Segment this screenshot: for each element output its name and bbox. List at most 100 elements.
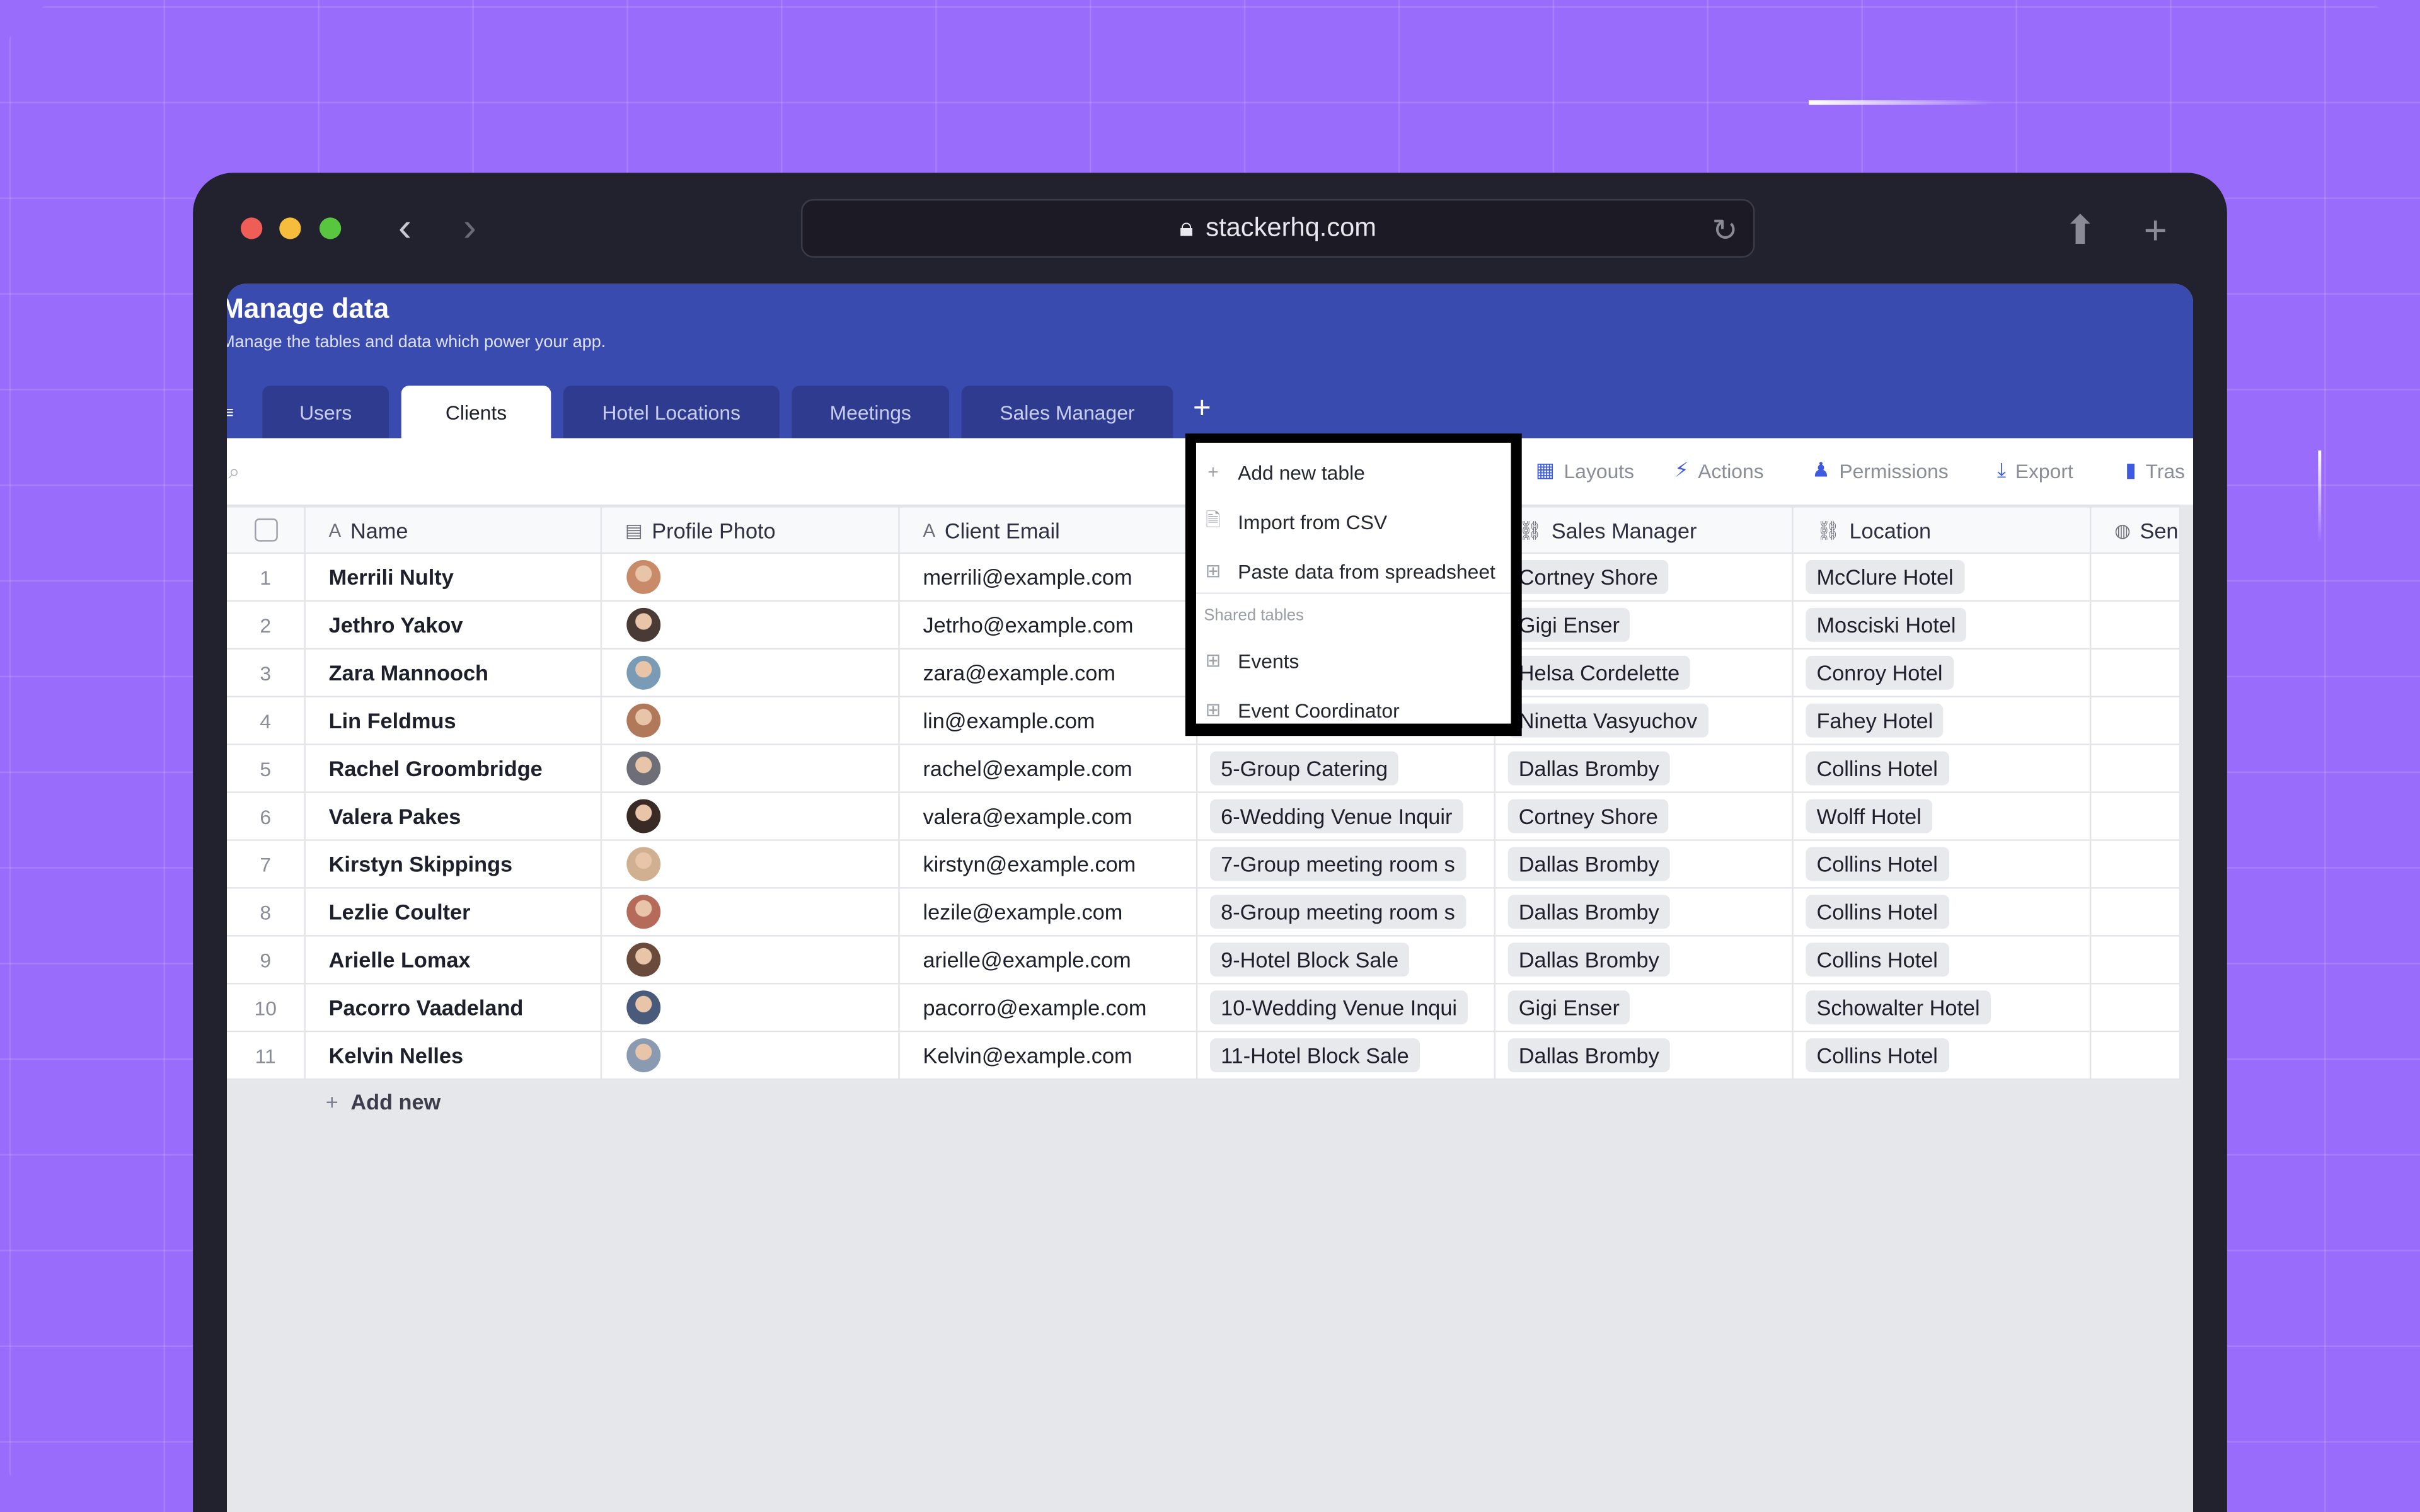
- sales-manager-cell[interactable]: Dallas Bromby: [1495, 888, 1794, 936]
- photo-cell[interactable]: [602, 745, 900, 792]
- tab-hotel-locations[interactable]: Hotel Locations: [563, 386, 780, 438]
- sales-manager-cell[interactable]: Gigi Enser: [1495, 984, 1794, 1031]
- maximize-window-button[interactable]: [319, 217, 342, 239]
- minimize-window-button[interactable]: [279, 217, 301, 239]
- location-cell[interactable]: McClure Hotel: [1794, 554, 2092, 600]
- location-cell[interactable]: Wolff Hotel: [1794, 793, 2092, 840]
- extra-cell[interactable]: [2091, 554, 2181, 600]
- row-number[interactable]: 2: [227, 602, 306, 648]
- meeting-cell[interactable]: 5-Group Catering: [1197, 745, 1496, 792]
- trash-button[interactable]: ▮ Tras: [2125, 458, 2185, 483]
- column-header[interactable]: A Name: [306, 507, 602, 553]
- sales-manager-cell[interactable]: Dallas Bromby: [1495, 745, 1794, 792]
- menu-item-events[interactable]: ⊞ Events: [1196, 637, 1511, 683]
- name-cell[interactable]: Merrili Nulty: [306, 554, 602, 600]
- email-cell[interactable]: Kelvin@example.com: [900, 1032, 1198, 1079]
- row-number[interactable]: 9: [227, 936, 306, 983]
- column-header[interactable]: ▤ Profile Photo: [602, 507, 900, 553]
- select-all-cell[interactable]: [227, 507, 306, 553]
- meeting-cell[interactable]: 7-Group meeting room s: [1197, 840, 1496, 888]
- tab-users[interactable]: Users: [262, 386, 389, 438]
- row-number[interactable]: 5: [227, 745, 306, 792]
- photo-cell[interactable]: [602, 554, 900, 600]
- sales-manager-cell[interactable]: Dallas Bromby: [1495, 936, 1794, 983]
- close-window-button[interactable]: [241, 217, 263, 239]
- export-button[interactable]: ⤓ Export: [1997, 458, 2073, 483]
- extra-cell[interactable]: [2091, 793, 2181, 840]
- table-row[interactable]: 11 Kelvin Nelles Kelvin@example.com 11-Hote…: [227, 1032, 2181, 1080]
- name-cell[interactable]: Arielle Lomax: [306, 936, 602, 983]
- email-cell[interactable]: pacorro@example.com: [900, 984, 1198, 1031]
- name-cell[interactable]: Lezlie Coulter: [306, 888, 602, 936]
- extra-cell[interactable]: [2091, 984, 2181, 1031]
- meeting-cell[interactable]: 11-Hotel Block Sale: [1197, 1032, 1496, 1079]
- photo-cell[interactable]: [602, 936, 900, 983]
- share-icon[interactable]: ⬆︎: [2063, 207, 2097, 255]
- search-icon[interactable]: ⌕: [228, 460, 239, 484]
- meeting-cell[interactable]: 10-Wedding Venue Inqui: [1197, 984, 1496, 1031]
- extra-cell[interactable]: [2091, 840, 2181, 888]
- location-cell[interactable]: Collins Hotel: [1794, 840, 2092, 888]
- email-cell[interactable]: lin@example.com: [900, 697, 1198, 744]
- name-cell[interactable]: Jethro Yakov: [306, 602, 602, 648]
- row-number[interactable]: 6: [227, 793, 306, 840]
- address-bar[interactable]: 🔒︎ stackerhq.com ↻: [801, 198, 1755, 258]
- row-number[interactable]: 1: [227, 554, 306, 600]
- reload-icon[interactable]: ↻: [1712, 212, 1737, 250]
- back-icon[interactable]: ‹: [398, 207, 412, 247]
- extra-cell[interactable]: [2091, 650, 2181, 696]
- email-cell[interactable]: rachel@example.com: [900, 745, 1198, 792]
- name-cell[interactable]: Rachel Groombridge: [306, 745, 602, 792]
- tab-sales-manager[interactable]: Sales Manager: [961, 386, 1173, 438]
- photo-cell[interactable]: [602, 984, 900, 1031]
- email-cell[interactable]: valera@example.com: [900, 793, 1198, 840]
- email-cell[interactable]: Jetrho@example.com: [900, 602, 1198, 648]
- extra-cell[interactable]: [2091, 936, 2181, 983]
- row-number[interactable]: 3: [227, 650, 306, 696]
- name-cell[interactable]: Kirstyn Skippings: [306, 840, 602, 888]
- location-cell[interactable]: Fahey Hotel: [1794, 697, 2092, 744]
- sales-manager-cell[interactable]: Helsa Cordelette: [1495, 650, 1794, 696]
- row-number[interactable]: 8: [227, 888, 306, 936]
- photo-cell[interactable]: [602, 840, 900, 888]
- menu-item-add-new-table[interactable]: + Add new table: [1196, 449, 1511, 495]
- location-cell[interactable]: Conroy Hotel: [1794, 650, 2092, 696]
- meeting-cell[interactable]: 8-Group meeting room s: [1197, 888, 1496, 936]
- extra-cell[interactable]: [2091, 602, 2181, 648]
- menu-item-paste-data[interactable]: ⊞ Paste data from spreadsheet: [1196, 547, 1511, 593]
- location-cell[interactable]: Collins Hotel: [1794, 888, 2092, 936]
- name-cell[interactable]: Kelvin Nelles: [306, 1032, 602, 1079]
- location-cell[interactable]: Collins Hotel: [1794, 936, 2092, 983]
- menu-icon[interactable]: ≡: [227, 404, 234, 423]
- table-row[interactable]: 10 Pacorro Vaadeland pacorro@example.com 10…: [227, 984, 2181, 1033]
- column-header[interactable]: ◍ Sen: [2091, 507, 2181, 553]
- photo-cell[interactable]: [602, 793, 900, 840]
- email-cell[interactable]: lezile@example.com: [900, 888, 1198, 936]
- sales-manager-cell[interactable]: Dallas Bromby: [1495, 840, 1794, 888]
- menu-item-import-csv[interactable]: 🗎︎ Import from CSV: [1196, 498, 1511, 544]
- table-row[interactable]: 7 Kirstyn Skippings kirstyn@example.com 7-G…: [227, 840, 2181, 889]
- row-number[interactable]: 10: [227, 984, 306, 1031]
- name-cell[interactable]: Zara Mannooch: [306, 650, 602, 696]
- name-cell[interactable]: Pacorro Vaadeland: [306, 984, 602, 1031]
- row-number[interactable]: 4: [227, 697, 306, 744]
- photo-cell[interactable]: [602, 1032, 900, 1079]
- name-cell[interactable]: Lin Feldmus: [306, 697, 602, 744]
- add-table-icon[interactable]: +: [1193, 392, 1211, 427]
- tab-meetings[interactable]: Meetings: [792, 386, 950, 438]
- column-header[interactable]: A Client Email: [900, 507, 1198, 553]
- meeting-cell[interactable]: 9-Hotel Block Sale: [1197, 936, 1496, 983]
- photo-cell[interactable]: [602, 602, 900, 648]
- table-row[interactable]: 6 Valera Pakes valera@example.com 6-Wedding…: [227, 793, 2181, 841]
- name-cell[interactable]: Valera Pakes: [306, 793, 602, 840]
- extra-cell[interactable]: [2091, 745, 2181, 792]
- photo-cell[interactable]: [602, 697, 900, 744]
- photo-cell[interactable]: [602, 888, 900, 936]
- sales-manager-cell[interactable]: Cortney Shore: [1495, 554, 1794, 600]
- photo-cell[interactable]: [602, 650, 900, 696]
- extra-cell[interactable]: [2091, 697, 2181, 744]
- email-cell[interactable]: merrili@example.com: [900, 554, 1198, 600]
- select-all-checkbox[interactable]: [253, 518, 277, 542]
- tab-clients[interactable]: Clients: [401, 386, 551, 438]
- location-cell[interactable]: Schowalter Hotel: [1794, 984, 2092, 1031]
